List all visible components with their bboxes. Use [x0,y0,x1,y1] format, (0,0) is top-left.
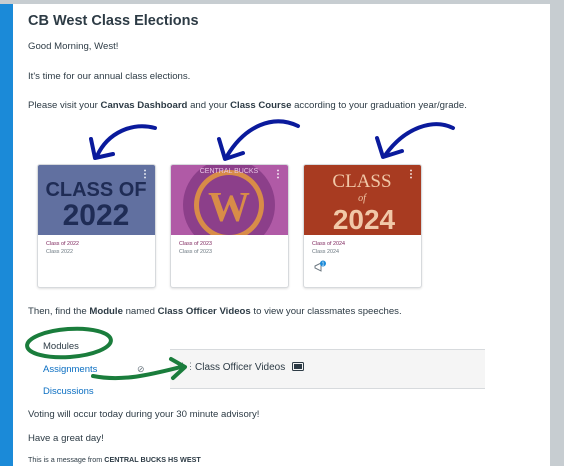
footer-message: This is a message from CENTRAL BUCKS HS … [28,455,201,464]
course-card-code: Class of 2023 [179,249,212,255]
course-card-image: CLASS OF 2022 ⋮ [38,165,155,235]
announcement-content: CB West Class Elections Good Morning, We… [13,4,550,466]
svg-text:2024: 2024 [333,204,396,235]
hand-drawn-arrow [225,119,300,158]
svg-text:CLASS: CLASS [332,171,391,192]
svg-text:W: W [208,185,250,231]
greeting-text: Good Morning, West! [28,41,119,52]
visibility-icon: ⊘ [137,364,145,374]
sender-name: CENTRAL BUCKS HS WEST [104,455,201,464]
course-card-title[interactable]: Class of 2023 [179,241,212,247]
voting-info: Voting will occur today during your 30 m… [28,409,260,420]
announcements-icon[interactable]: 1 [313,260,327,274]
hand-drawn-arrowhead [217,137,245,161]
svg-text:of: of [358,193,367,204]
module-item-row[interactable]: ⋮⋮ Class Officer Videos [170,349,485,389]
nav-link-assignments[interactable]: Assignments [43,364,97,375]
course-card-image: CLASS of 2024 ⋮ [304,165,421,235]
drag-handle-icon: ⋮⋮ [178,361,195,371]
intro-text: It's time for our annual class elections… [28,71,191,82]
accent-bar [0,4,13,466]
hand-drawn-arrow [95,124,157,158]
modules-nav-screenshot: Modules Assignments ⊘ Discussions [39,338,189,402]
class-course-text: Class Course [230,100,292,111]
hand-drawn-arrowhead [89,137,115,160]
course-card-2023[interactable]: W CENTRAL BUCKS ⋮ Class of 2023 Class of… [170,164,289,288]
course-card-2022[interactable]: CLASS OF 2022 ⋮ Class of 2022 Class 2022 [37,164,156,288]
course-card-image: W CENTRAL BUCKS ⋮ [171,165,288,235]
hand-drawn-arrow [384,122,455,156]
module-item-label[interactable]: Class Officer Videos [195,362,305,373]
course-card-code: Class 2024 [312,249,339,255]
course-card-title[interactable]: Class of 2024 [312,241,345,247]
visit-instructions: Please visit your Canvas Dashboard and y… [28,100,467,111]
card-options-icon[interactable]: ⋮ [273,169,283,180]
course-card-code: Class 2022 [46,249,73,255]
svg-text:2022: 2022 [63,199,130,232]
card-options-icon[interactable]: ⋮ [406,169,416,180]
module-text: Module [89,306,123,317]
course-card-title[interactable]: Class of 2022 [46,241,79,247]
video-icon [292,362,305,371]
nav-link-discussions[interactable]: Discussions [43,386,94,397]
class-of-2022-banner: CLASS OF 2022 [38,165,155,235]
modules-nav-heading: Modules [43,341,79,352]
course-card-2024[interactable]: CLASS of 2024 ⋮ Class of 2024 Class 2024… [303,164,422,288]
canvas-dashboard-text: Canvas Dashboard [100,100,188,111]
class-of-2023-logo: W CENTRAL BUCKS [171,165,288,235]
closing-text: Have a great day! [28,433,104,444]
svg-text:1: 1 [322,262,325,268]
svg-text:CLASS OF: CLASS OF [45,179,146,201]
module-instructions: Then, find the Module named Class Office… [28,306,402,317]
right-border [550,4,564,466]
class-of-2024-banner: CLASS of 2024 [304,165,421,235]
announcement-title: CB West Class Elections [28,13,199,29]
class-officer-videos-text: Class Officer Videos [157,306,251,317]
hand-drawn-arrowhead [375,136,404,159]
card-options-icon[interactable]: ⋮ [140,169,150,180]
svg-text:CENTRAL BUCKS: CENTRAL BUCKS [200,168,259,175]
